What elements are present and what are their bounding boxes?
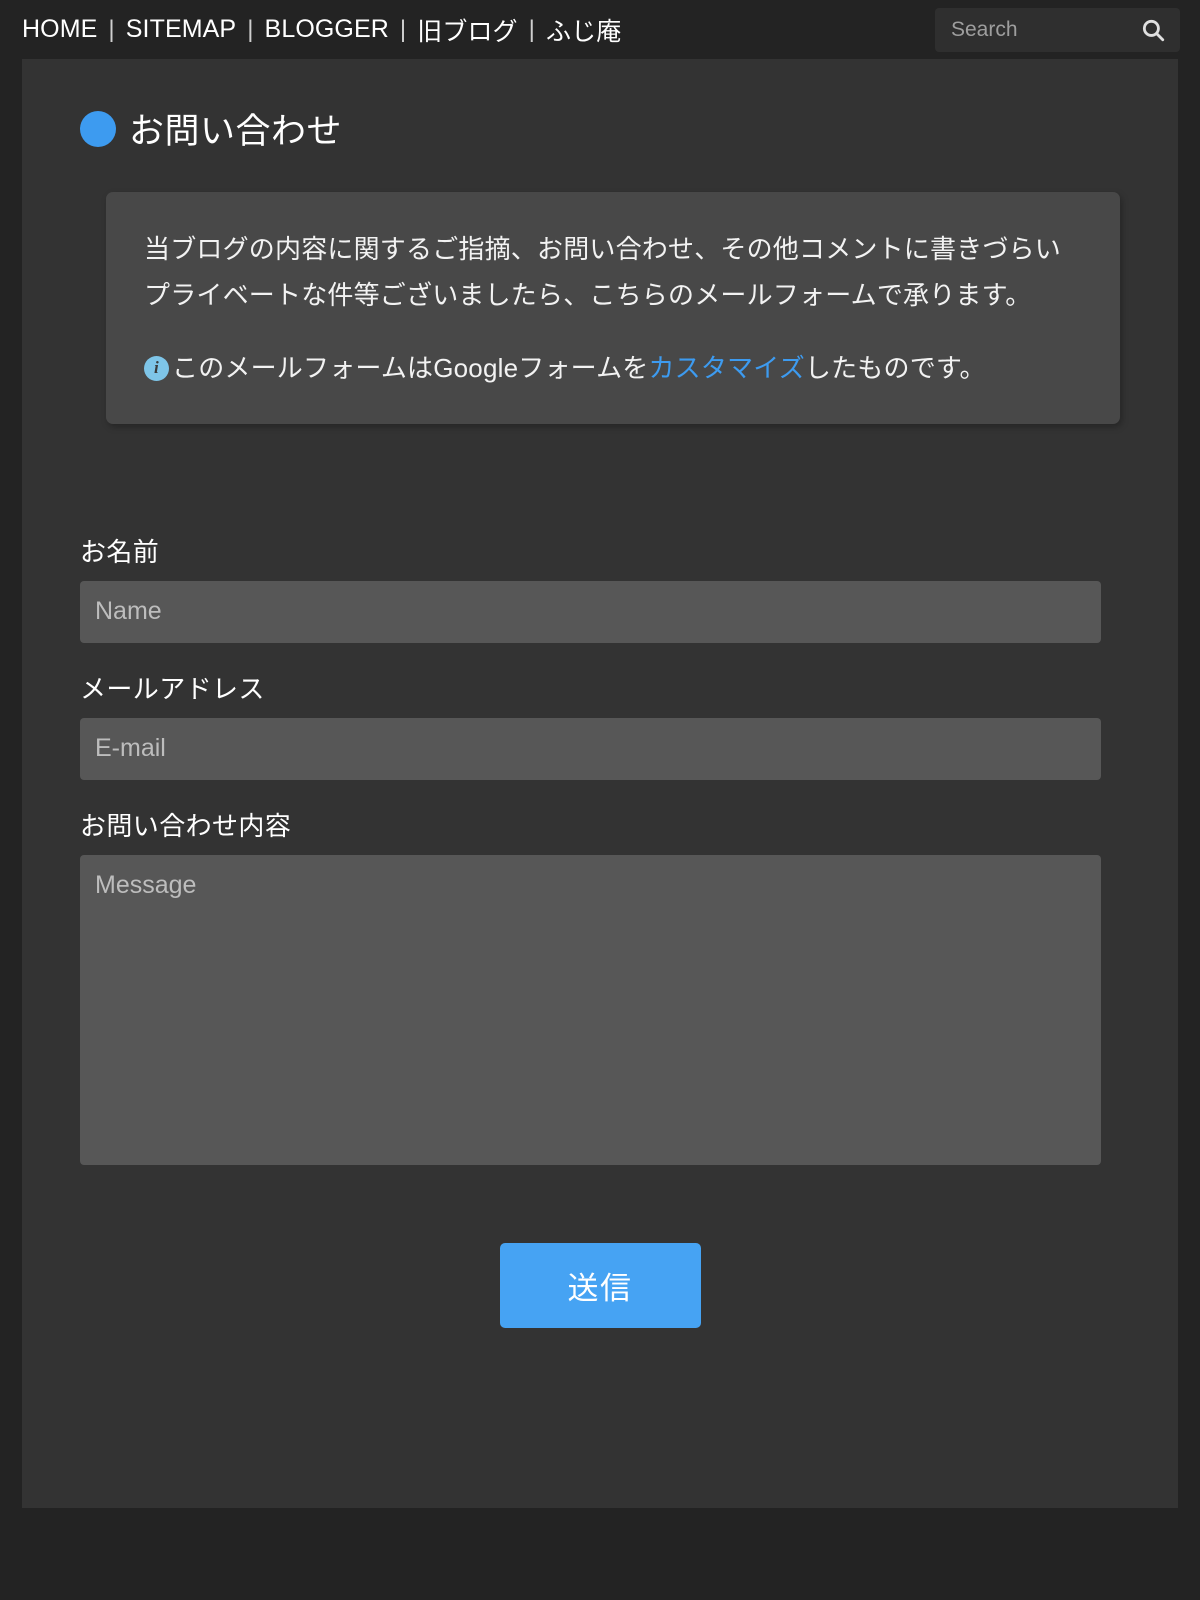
content-panel: お問い合わせ 当ブログの内容に関するご指摘、お問い合わせ、その他コメントに書きづ… — [22, 59, 1178, 1508]
info-circle-icon: i — [144, 355, 169, 381]
main-nav-links: HOME | SITEMAP | BLOGGER | 旧ブログ | ふじ庵 — [22, 12, 621, 48]
customize-link[interactable]: カスタマイズ — [648, 353, 804, 383]
page-title: お問い合わせ — [22, 59, 1178, 154]
nav-item-fujian[interactable]: ふじ庵 — [546, 12, 621, 48]
notice-card: 当ブログの内容に関するご指摘、お問い合わせ、その他コメントに書きづらいプライベー… — [106, 192, 1120, 424]
page-title-text: お問い合わせ — [129, 112, 343, 151]
field-label-name: お名前 — [80, 536, 160, 567]
notice-paragraph: 当ブログの内容に関するご指摘、お問い合わせ、その他コメントに書きづらいプライベー… — [144, 234, 1062, 311]
nav-separator: | — [528, 15, 535, 43]
field-label-message: お問い合わせ内容 — [80, 810, 292, 841]
search-box[interactable] — [935, 7, 1180, 52]
submit-button[interactable]: 送信 — [499, 1242, 701, 1328]
nav-separator: | — [108, 15, 115, 43]
notice-info-suffix: したものです。 — [804, 352, 986, 383]
field-name: お名前 — [80, 532, 1120, 643]
bullet-dot-icon — [80, 110, 116, 147]
top-navigation-bar: HOME | SITEMAP | BLOGGER | 旧ブログ | ふじ庵 — [0, 0, 1200, 59]
notice-info-line: i このメールフォームはGoogleフォームをカスタマイズしたものです。 — [144, 349, 1082, 388]
nav-item-sitemap[interactable]: SITEMAP — [126, 15, 236, 44]
field-label-email: メールアドレス — [80, 673, 265, 704]
nav-separator: | — [247, 15, 254, 43]
field-message: お問い合わせ内容 — [80, 806, 1120, 1165]
nav-item-home[interactable]: HOME — [22, 15, 97, 44]
notice-info-prefix: このメールフォームはGoogleフォームを — [172, 352, 649, 383]
contact-form: お名前 メールアドレス お問い合わせ内容 送信 — [22, 532, 1178, 1328]
email-input[interactable] — [80, 717, 1101, 780]
nav-item-blogger[interactable]: BLOGGER — [265, 15, 389, 44]
nav-separator: | — [399, 15, 407, 43]
name-input[interactable] — [80, 580, 1101, 643]
notice-info-text: このメールフォームはGoogleフォームをカスタマイズしたものです。 — [172, 349, 986, 388]
field-email: メールアドレス — [80, 669, 1120, 780]
submit-row: 送信 — [80, 1242, 1120, 1328]
search-input[interactable] — [951, 17, 1131, 42]
message-textarea[interactable] — [80, 854, 1101, 1165]
search-icon[interactable] — [1140, 17, 1166, 43]
nav-item-old-blog[interactable]: 旧ブログ — [417, 12, 517, 48]
